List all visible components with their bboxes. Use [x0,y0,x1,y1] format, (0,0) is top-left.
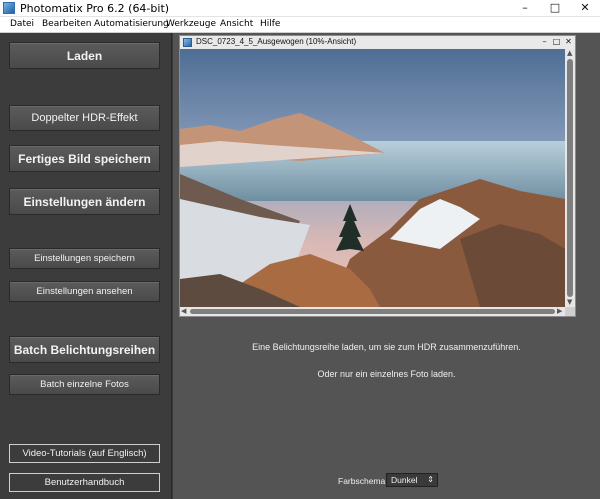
menu-automatisierung[interactable]: Automatisierung [94,19,169,29]
horizontal-scrollbar[interactable]: ◀ ▶ [180,307,565,316]
close-button[interactable]: ✕ [570,0,600,17]
color-scheme-label: Farbschema: [338,476,388,486]
save-settings-button[interactable]: Einstellungen speichern [9,248,160,269]
landscape-photo [180,49,565,307]
menu-hilfe[interactable]: Hilfe [260,19,280,29]
title-bar: Photomatix Pro 6.2 (64-bit) – □ ✕ [0,0,600,17]
maximize-button[interactable]: □ [540,0,570,17]
photo-preview[interactable] [180,49,565,307]
image-window-title: DSC_0723_4_5_Ausgewogen (10%-Ansicht) [196,37,357,46]
horizontal-scroll-thumb[interactable] [190,309,555,314]
app-icon [3,2,15,14]
load-button[interactable]: Laden [9,42,160,69]
view-settings-button[interactable]: Einstellungen ansehen [9,281,160,302]
minimize-button[interactable]: – [510,0,540,17]
image-minimize-button[interactable]: – [539,36,550,49]
menu-datei[interactable]: Datei [10,19,34,29]
batch-brackets-button[interactable]: Batch Belichtungsreihen [9,336,160,363]
scroll-right-icon[interactable]: ▶ [557,307,562,315]
color-scheme-select[interactable]: Dunkel ⇕ [386,473,438,487]
batch-single-button[interactable]: Batch einzelne Fotos [9,374,160,395]
scroll-left-icon[interactable]: ◀ [181,307,186,315]
manual-button[interactable]: Benutzerhandbuch [9,473,160,492]
double-hdr-button[interactable]: Doppelter HDR-Effekt [9,105,160,131]
menu-bearbeiten[interactable]: Bearbeiten [42,19,91,29]
menu-werkzeuge[interactable]: Werkzeuge [166,19,216,29]
window-title: Photomatix Pro 6.2 (64-bit) [20,2,170,15]
save-finished-button[interactable]: Fertiges Bild speichern [9,145,160,172]
video-tutorials-button[interactable]: Video-Tutorials (auf Englisch) [9,444,160,463]
color-scheme-value: Dunkel [391,475,418,485]
image-window: DSC_0723_4_5_Ausgewogen (10%-Ansicht) – … [179,35,576,317]
document-icon [183,38,192,47]
workflow-panel: Laden Doppelter HDR-Effekt Fertiges Bild… [0,33,172,499]
vertical-scroll-thumb[interactable] [567,59,573,297]
menu-ansicht[interactable]: Ansicht [220,19,253,29]
image-maximize-button[interactable]: □ [551,36,562,49]
single-photo-text: Oder nur ein einzelnes Foto laden. [317,369,456,379]
scroll-up-icon[interactable]: ▲ [567,49,572,57]
load-instruction-text: Eine Belichtungsreihe laden, um sie zum … [252,342,521,352]
image-close-button[interactable]: ✕ [563,36,574,49]
change-settings-button[interactable]: Einstellungen ändern [9,188,160,215]
menu-bar: Datei Bearbeiten Automatisierung Werkzeu… [0,17,600,33]
spin-arrows-icon: ⇕ [427,475,434,484]
image-window-titlebar: DSC_0723_4_5_Ausgewogen (10%-Ansicht) – … [180,36,575,49]
scroll-down-icon[interactable]: ▼ [567,298,572,306]
vertical-scrollbar[interactable]: ▲ ▼ [565,49,575,307]
main-area: DSC_0723_4_5_Ausgewogen (10%-Ansicht) – … [173,33,600,499]
